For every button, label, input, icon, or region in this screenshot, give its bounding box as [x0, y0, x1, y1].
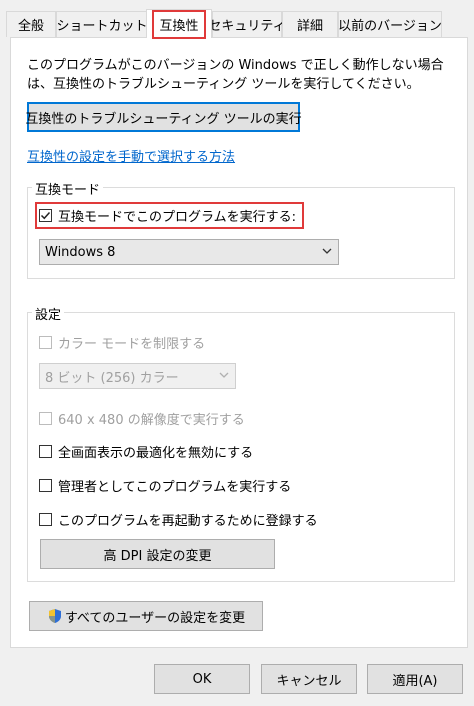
checkbox-box[interactable] — [39, 412, 52, 425]
tab-strip: 全般 ショートカット 互換性 セキュリティ 詳細 以前のバージョン — [0, 0, 474, 39]
ok-button[interactable]: OK — [154, 664, 250, 694]
select-value: 8 ビット (256) カラー — [45, 370, 179, 386]
checkbox-label: 管理者としてこのプログラムを実行する — [58, 480, 292, 495]
tab-general[interactable]: 全般 — [6, 11, 56, 37]
tab-label: 以前のバージョン — [338, 19, 442, 34]
tab-compatibility[interactable]: 互換性 — [146, 9, 212, 39]
group-title: 互換モード — [32, 179, 104, 198]
group-title: 設定 — [32, 304, 65, 323]
compat-mode-checkbox[interactable]: 互換モードでこのプログラムを実行する: — [35, 202, 304, 229]
color-mode-checkbox[interactable]: カラー モードを制限する — [39, 333, 205, 352]
checkbox-box[interactable] — [39, 336, 52, 349]
run-troubleshooter-button[interactable]: 互換性のトラブルシューティング ツールの実行 — [25, 102, 302, 132]
change-all-users-button[interactable]: すべてのユーザーの設定を変更 — [29, 601, 263, 631]
button-label: キャンセル — [276, 673, 342, 689]
checkmark-icon — [40, 211, 51, 220]
tab-label: 互換性 — [152, 9, 206, 39]
register-restart-checkbox[interactable]: このプログラムを再起動するために登録する — [39, 510, 318, 529]
select-value: Windows 8 — [45, 244, 116, 260]
change-dpi-settings-button[interactable]: 高 DPI 設定の変更 — [40, 539, 275, 569]
checkbox-label: 全画面表示の最適化を無効にする — [58, 446, 254, 461]
tab-label: 詳細 — [296, 19, 323, 34]
button-label: 高 DPI 設定の変更 — [103, 548, 212, 564]
tab-label: 全般 — [17, 19, 44, 34]
cancel-button[interactable]: キャンセル — [261, 664, 357, 694]
button-label: OK — [192, 671, 212, 687]
run-as-admin-checkbox[interactable]: 管理者としてこのプログラムを実行する — [39, 476, 291, 495]
color-depth-select[interactable]: 8 ビット (256) カラー — [39, 363, 236, 389]
checkbox-box[interactable] — [39, 209, 52, 222]
checkbox-label: 互換モードでこのプログラムを実行する: — [58, 210, 296, 225]
os-version-select[interactable]: Windows 8 — [39, 239, 339, 265]
checkbox-label: 640 x 480 の解像度で実行する — [58, 413, 245, 428]
chevron-down-icon — [322, 248, 332, 254]
checkbox-label: このプログラムを再起動するために登録する — [58, 514, 318, 529]
resolution-checkbox[interactable]: 640 x 480 の解像度で実行する — [39, 409, 245, 428]
tab-label: セキュリティ — [208, 19, 286, 34]
compatibility-panel: このプログラムがこのバージョンの Windows で正しく動作しない場合は、互換… — [10, 37, 468, 648]
chevron-down-icon — [219, 372, 229, 378]
checkbox-box[interactable] — [39, 445, 52, 458]
tab-security[interactable]: セキュリティ — [208, 11, 286, 37]
compat-mode-group: 互換モード 互換モードでこのプログラムを実行する: Windows 8 — [27, 179, 455, 279]
uac-shield-icon — [48, 609, 61, 623]
tab-label: ショートカット — [56, 19, 148, 34]
fullscreen-optimization-checkbox[interactable]: 全画面表示の最適化を無効にする — [39, 442, 253, 461]
tab-details[interactable]: 詳細 — [282, 11, 338, 37]
checkbox-box[interactable] — [39, 479, 52, 492]
manual-settings-link[interactable]: 互換性の設定を手動で選択する方法 — [27, 146, 235, 165]
button-label: すべてのユーザーの設定を変更 — [64, 610, 246, 626]
checkbox-box[interactable] — [39, 513, 52, 526]
button-label: 互換性のトラブルシューティング ツールの実行 — [25, 111, 302, 127]
apply-button[interactable]: 適用(A) — [367, 664, 463, 694]
button-label: 適用(A) — [392, 673, 438, 689]
description-text: このプログラムがこのバージョンの Windows で正しく動作しない場合は、互換… — [27, 58, 444, 92]
tab-shortcut[interactable]: ショートカット — [56, 11, 148, 37]
checkbox-label: カラー モードを制限する — [58, 337, 206, 352]
tab-previous-versions[interactable]: 以前のバージョン — [338, 11, 442, 37]
settings-group: 設定 カラー モードを制限する 8 ビット (256) カラー 640 x 48… — [27, 304, 455, 582]
